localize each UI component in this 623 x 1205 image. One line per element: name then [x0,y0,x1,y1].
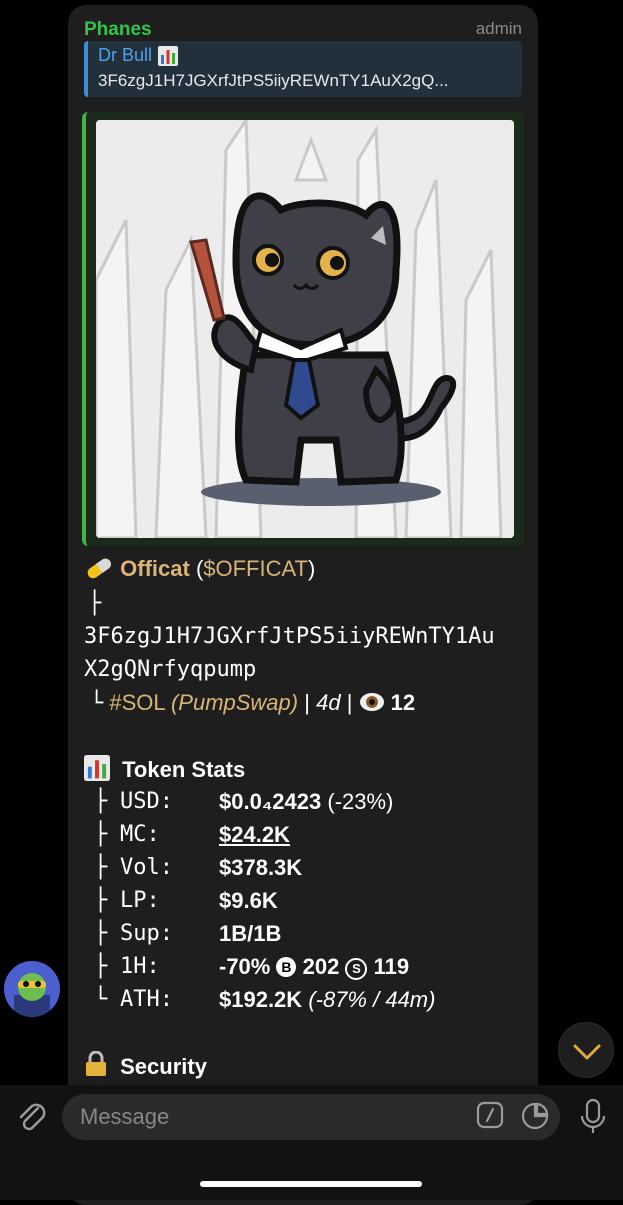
token-name[interactable]: Officat [120,556,190,581]
stat-row-ath: └ ATH: $192.2K (-87% / 44m) [84,987,534,1017]
section-title: Security [120,1054,207,1079]
home-indicator [200,1181,422,1187]
tree-branch: ├ [94,855,108,880]
stat-key: MC: [120,822,160,847]
stat-row-usd: ├ USD: $0.0₄2423 (-23%) [84,789,534,819]
dex-name[interactable]: (PumpSwap) [171,690,298,715]
stat-key: 1H: [120,954,160,979]
bot-command-icon[interactable] [476,1101,504,1129]
stat-row-vol: ├ Vol: $378.3K [84,855,534,885]
sells-icon: S [345,958,368,980]
stat-key: Vol: [120,855,173,880]
token-meta-line: └ #SOL (PumpSwap) | 4d | 12 [90,690,415,716]
stat-key: LP: [120,888,160,913]
ticker-close: ) [307,556,316,581]
buys-count: 202 [302,954,340,979]
lock-icon [86,1050,106,1076]
message-bubble[interactable]: Phanes admin Dr Bull 3F6zgJ1H7JGXrfJtPS5… [68,5,538,1205]
bar-chart-icon [84,755,110,781]
avatar[interactable] [4,961,60,1017]
tree-branch: ├ [94,921,108,946]
price-change: (-23%) [327,789,394,814]
stat-value: 1B/1B [219,921,282,946]
stat-value: $192.2K (-87% / 44m) [219,987,436,1012]
separator: | [304,690,310,715]
reply-author: Dr Bull [98,45,153,65]
stat-value: $9.6K [219,888,278,913]
stat-key: USD: [120,789,173,814]
stat-key: ATH: [120,987,173,1012]
tree-branch: ├ [94,822,108,847]
chain-hashtag[interactable]: #SOL [109,690,164,715]
attach-icon[interactable] [14,1099,50,1135]
tree-branch: ├ [94,954,108,979]
pill-icon [87,558,111,579]
bar-chart-icon [158,45,179,66]
market-cap-link[interactable]: $24.2K [219,822,290,848]
stat-row-mc: ├ MC: $24.2K [84,822,534,852]
tree-branch: ├ [88,591,102,616]
token-address-line-1[interactable]: 3F6zgJ1H7JGXrfJtPS5iiyREWnTY1Au [84,624,495,649]
stat-value: $0.0₄2423 (-23%) [219,789,394,814]
tree-branch: ├ [94,888,108,913]
stat-row-1h: ├ 1H: -70% B 202 S 119 [84,954,534,984]
stat-value: -70% B 202 S 119 [219,954,410,980]
sells-count: 119 [373,954,410,979]
buys-icon: B [276,957,297,977]
token-ticker[interactable]: $OFFICAT [203,556,308,581]
cat-image[interactable] [96,120,514,538]
ath-change: (-87% / 44m) [308,987,436,1012]
stat-value: $378.3K [219,855,303,880]
scroll-to-bottom-button[interactable] [558,1022,614,1078]
separator: | [346,690,353,715]
token-title-line: Officat ($OFFICAT) [84,556,315,582]
reply-text: 3F6zgJ1H7JGXrfJtPS5iiyREWnTY1AuX2gQ... [98,71,449,90]
tree-branch: ├ [94,789,108,814]
security-heading: Security [84,1050,207,1080]
stat-key: Sup: [120,921,173,946]
token-age: 4d [316,690,341,715]
section-title: Token Stats [122,757,246,782]
microphone-icon[interactable] [578,1098,608,1136]
sticker-icon[interactable] [520,1101,550,1131]
token-address-line-2[interactable]: X2gQNrfyqpump [84,657,256,682]
reply-preview[interactable]: Dr Bull 3F6zgJ1H7JGXrfJtPS5iiyREWnTY1AuX… [84,41,522,97]
chevron-down-icon [573,1044,601,1060]
stat-row-lp: ├ LP: $9.6K [84,888,534,918]
sender-role: admin [475,19,522,38]
view-count: 12 [390,690,416,715]
eye-icon [359,693,384,711]
tree-branch: └ [90,691,104,716]
stat-row-sup: ├ Sup: 1B/1B [84,921,534,951]
token-stats-heading: Token Stats [84,755,245,783]
media-preview[interactable] [82,112,524,546]
tree-branch: └ [94,987,108,1012]
sender-name[interactable]: Phanes [84,19,152,41]
